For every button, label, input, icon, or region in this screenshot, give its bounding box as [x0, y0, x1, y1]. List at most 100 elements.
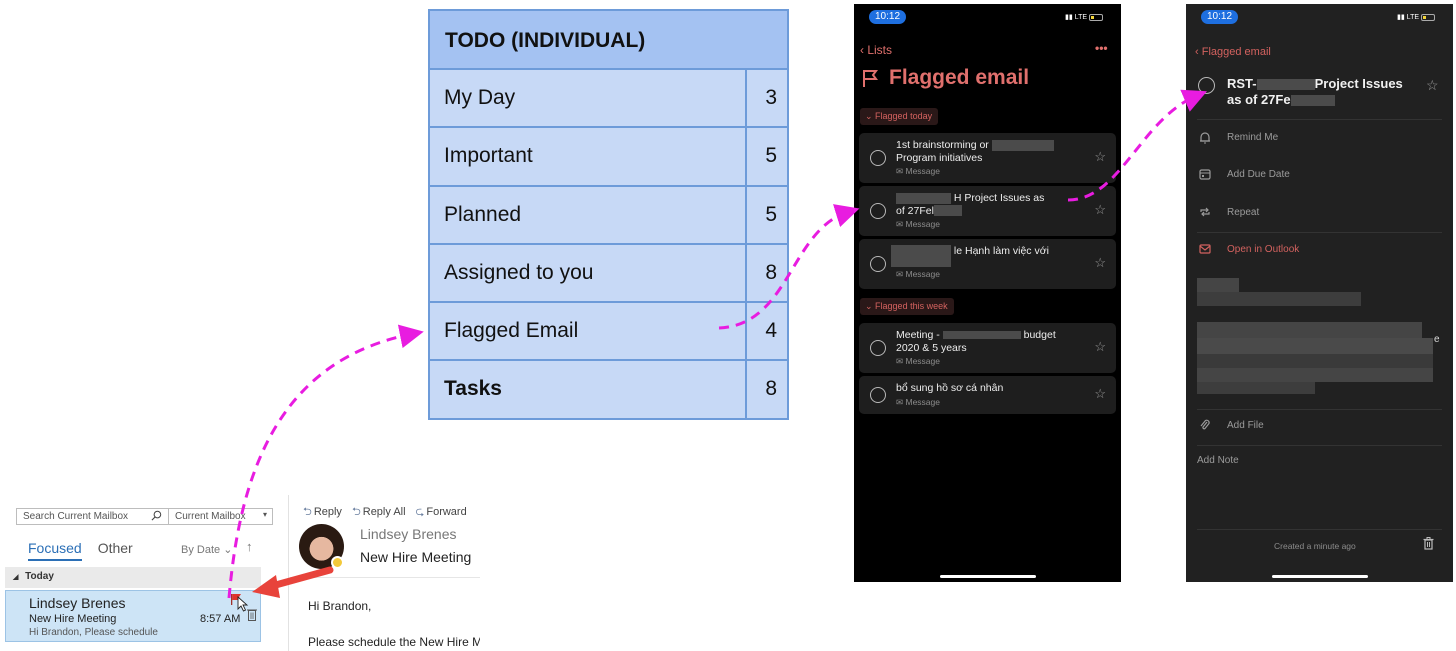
flag-icon	[863, 70, 878, 87]
repeat-icon	[1198, 205, 1212, 219]
star-icon[interactable]: ☆	[1094, 202, 1106, 218]
row-count: 5	[765, 202, 777, 226]
pane-divider	[288, 495, 289, 651]
row-label: Tasks	[430, 361, 747, 420]
add-file-option[interactable]: Add File	[1198, 418, 1264, 432]
task-item[interactable]: 1st brainstorming or Program initiatives…	[859, 133, 1116, 183]
divider	[1197, 232, 1442, 233]
task-item[interactable]: bổ sung hồ sơ cá nhân ✉ Message ☆	[859, 376, 1116, 414]
complete-checkbox[interactable]	[870, 256, 886, 272]
delete-icon[interactable]	[247, 608, 257, 621]
star-icon[interactable]: ☆	[1426, 77, 1439, 94]
tab-other[interactable]: Other	[98, 540, 133, 561]
star-icon[interactable]: ☆	[1094, 255, 1106, 271]
more-options-button[interactable]: •••	[1095, 41, 1108, 55]
search-input[interactable]: Search Current Mailbox	[17, 509, 169, 524]
task-title: bổ sung hồ sơ cá nhân	[896, 382, 1004, 394]
table-row: Tasks 8	[430, 361, 787, 420]
group-header-today[interactable]: ◢ Today	[5, 567, 261, 588]
reading-sender[interactable]: Lindsey Brenes	[360, 526, 457, 542]
task-item[interactable]: le Hạnh làm việc với ✉ Message ☆	[859, 239, 1116, 289]
calendar-icon	[1198, 167, 1212, 181]
task-meta: Message	[905, 219, 940, 229]
home-indicator[interactable]	[1272, 575, 1368, 578]
row-count: 5	[765, 144, 777, 168]
collapse-triangle-icon: ◢	[13, 574, 19, 581]
back-button[interactable]: ‹ Flagged email	[1195, 46, 1271, 58]
forward-button[interactable]: ⮎ Forward	[416, 503, 467, 522]
task-title[interactable]: RST- Project Issues as of 27Fe	[1227, 76, 1427, 108]
divider	[1197, 445, 1442, 446]
option-label: Add Due Date	[1227, 168, 1290, 180]
battery-icon	[1089, 13, 1104, 21]
star-icon[interactable]: ☆	[1094, 386, 1106, 402]
dropdown-arrow-icon: ▾	[262, 510, 267, 519]
mail-item[interactable]: Lindsey Brenes New Hire Meeting Hi Brand…	[5, 590, 261, 642]
forward-icon: ⮎	[415, 506, 425, 518]
complete-checkbox[interactable]	[870, 340, 886, 356]
status-bar-right: ▮▮ LTE	[1065, 13, 1104, 21]
network-label: LTE	[1406, 13, 1420, 21]
mail-icon	[1198, 242, 1212, 256]
table-row: Important 5	[430, 128, 787, 187]
network-label: LTE	[1074, 13, 1088, 21]
header-divider	[290, 577, 480, 578]
scope-label: Current Mailbox	[175, 511, 246, 522]
complete-checkbox[interactable]	[870, 387, 886, 403]
delete-icon[interactable]	[1423, 537, 1434, 550]
group-flagged-this-week[interactable]: ⌄ Flagged this week	[860, 298, 954, 315]
open-in-outlook-option[interactable]: Open in Outlook	[1198, 242, 1299, 256]
row-label: Assigned to you	[430, 244, 747, 302]
reply-all-button[interactable]: ⮌ Reply All	[352, 503, 406, 522]
back-button[interactable]: ‹ Lists	[860, 43, 892, 57]
divider	[1197, 119, 1442, 120]
sort-direction-icon[interactable]: ↑	[246, 539, 253, 554]
body-line: Hi Brandon,	[308, 599, 372, 613]
redacted-text	[1290, 95, 1335, 107]
reading-subject: New Hire Meeting	[360, 549, 472, 565]
table-row: My Day 3	[430, 70, 787, 129]
row-count: 8	[765, 260, 777, 284]
redacted-text	[896, 192, 951, 204]
redacted-text	[933, 205, 962, 217]
redacted-text	[942, 331, 1021, 340]
task-item[interactable]: H Project Issues as of 27Fel ✉ Message ☆	[859, 186, 1116, 236]
list-title-text: Flagged email	[889, 66, 1030, 89]
complete-checkbox[interactable]	[870, 203, 886, 219]
reading-pane: ⮌ Reply ⮌ Reply All ⮎ Forward Lindsey Brene…	[290, 495, 480, 651]
table-row: Flagged Email 4	[430, 303, 787, 362]
complete-checkbox[interactable]	[870, 150, 886, 166]
row-count: 3	[765, 86, 777, 109]
add-note-field[interactable]: Add Note	[1197, 455, 1239, 466]
task-meta: Message	[905, 269, 940, 279]
task-meta: Message	[905, 356, 940, 366]
repeat-option[interactable]: Repeat	[1198, 205, 1259, 219]
divider	[1197, 529, 1442, 530]
reply-all-icon: ⮌	[351, 506, 361, 518]
redacted-text	[891, 245, 951, 267]
add-due-date-option[interactable]: Add Due Date	[1198, 167, 1290, 181]
search-icon[interactable]	[151, 510, 162, 521]
mailbox-scope-dropdown[interactable]: Current Mailbox ▾	[169, 509, 272, 524]
row-label: Important	[430, 128, 747, 185]
sort-by-date-button[interactable]: By Date ⌄	[181, 543, 232, 556]
star-icon[interactable]: ☆	[1094, 339, 1106, 355]
tab-focused[interactable]: Focused	[28, 540, 82, 561]
row-count: 4	[765, 319, 777, 343]
divider	[1197, 409, 1442, 410]
task-item[interactable]: Meeting - budget 2020 & 5 years ✉ Message…	[859, 323, 1116, 373]
forward-label: Forward	[426, 506, 467, 518]
bell-icon	[1198, 130, 1212, 144]
group-label: Flagged this week	[875, 301, 948, 311]
home-indicator[interactable]	[940, 575, 1036, 578]
status-time: 10:12	[869, 10, 906, 24]
body-line: Please schedule the New Hire Meeting	[308, 635, 480, 649]
reply-button[interactable]: ⮌ Reply	[303, 503, 342, 522]
remind-me-option[interactable]: Remind Me	[1198, 130, 1278, 144]
task-title-line2: of 27Fel	[896, 204, 934, 217]
group-flagged-today[interactable]: ⌄ Flagged today	[860, 108, 939, 125]
star-icon[interactable]: ☆	[1094, 149, 1106, 165]
complete-checkbox[interactable]	[1198, 77, 1215, 94]
row-label: Flagged Email	[430, 303, 747, 360]
row-label: Planned	[430, 186, 747, 243]
